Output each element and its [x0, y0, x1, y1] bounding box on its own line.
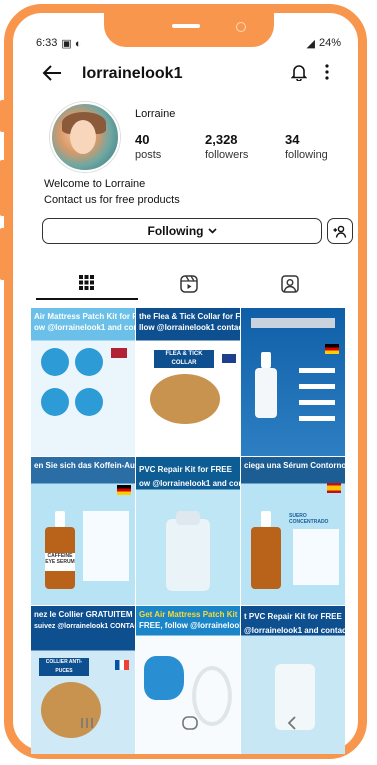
profile-bio: Welcome to Lorraine Contact us for free …	[44, 176, 180, 208]
post-thumbnail[interactable]: ciega una Sérum Contorno Ojos GRATIS SUE…	[241, 457, 345, 605]
following-button[interactable]: Following	[42, 218, 322, 244]
avatar[interactable]	[50, 102, 120, 172]
post-thumbnail[interactable]	[241, 308, 345, 456]
post-caption-line2: llow @lorrainelook1 contact	[139, 323, 240, 332]
stat-followers[interactable]: 2,328 followers	[205, 132, 285, 161]
bio-line: Contact us for free products	[44, 194, 180, 206]
post-caption: the Flea & Tick Collar for FR	[139, 312, 240, 321]
post-caption-line2: FREE, follow @lorrainelook1	[139, 621, 240, 630]
back-arrow-icon[interactable]	[42, 61, 76, 87]
status-time: 6:33	[36, 37, 58, 49]
back-nav-icon[interactable]	[287, 715, 297, 735]
post-label: FLEA & TICK COLLAR	[154, 350, 214, 368]
stat-label: following	[285, 149, 328, 161]
display-name: Lorraine	[135, 108, 176, 120]
camera-notch	[104, 13, 274, 47]
post-caption: ciega una Sérum Contorno Ojos GRATIS	[244, 461, 345, 470]
tab-tagged[interactable]	[239, 272, 341, 300]
post-caption: PVC Repair Kit for FREE	[139, 465, 232, 474]
battery-level: 24%	[318, 37, 341, 49]
post-caption: t PVC Repair Kit for FREE	[244, 612, 342, 621]
profile-tabs	[36, 272, 341, 300]
signal-icon: ◢	[306, 37, 315, 50]
post-grid: Air Mattress Patch Kit for F ow @lorrain…	[31, 308, 345, 754]
profile-stats: 40 posts 2,328 followers 34 following	[135, 132, 355, 161]
post-caption: nez le Collier GRATUITEM	[34, 610, 133, 619]
system-nav-bar	[36, 710, 341, 740]
grid-icon	[79, 275, 95, 295]
post-caption-line2: ow @lorrainelook1 and contac	[34, 323, 135, 332]
post-caption-line2: suivez @lorrainelook1 CONTACTEZ - NOUS	[34, 623, 135, 630]
add-person-icon[interactable]	[327, 218, 353, 244]
tagged-icon	[281, 274, 299, 298]
post-caption: Air Mattress Patch Kit for F	[34, 312, 135, 321]
profile-username: lorrainelook1	[82, 65, 183, 82]
stat-value: 34	[285, 132, 300, 147]
post-caption: Get Air Mattress Patch Kit	[139, 610, 238, 619]
bio-line: Welcome to Lorraine	[44, 178, 146, 190]
stat-value: 2,328	[205, 132, 238, 147]
bell-icon[interactable]	[285, 63, 313, 86]
post-label: CAFFEINE EYE SERUM	[45, 553, 75, 571]
post-caption-line2: @lorrainelook1 and contact	[244, 626, 345, 635]
notification-icons: ▣ ◐	[61, 37, 82, 50]
recent-apps-icon[interactable]	[80, 716, 94, 734]
stat-label: posts	[135, 149, 162, 161]
speaker-pill	[172, 24, 200, 28]
post-caption-line2: ow @lorrainelook1 and contac	[139, 479, 240, 488]
more-vertical-icon[interactable]	[313, 63, 341, 85]
post-thumbnail[interactable]: en Sie sich das Koffein-Augenserum GRA C…	[31, 457, 135, 605]
stat-posts[interactable]: 40 posts	[135, 132, 205, 161]
post-label: COLLIER ANTI-PUCES	[39, 658, 89, 676]
stat-following[interactable]: 34 following	[285, 132, 355, 161]
camera-icon	[236, 22, 246, 32]
post-thumbnail[interactable]: Air Mattress Patch Kit for F ow @lorrain…	[31, 308, 135, 456]
following-label: Following	[147, 224, 204, 238]
post-label: SUERO CONCENTRADO	[289, 513, 329, 525]
stat-label: followers	[205, 149, 249, 161]
post-caption: en Sie sich das Koffein-Augenserum GRA	[34, 461, 135, 470]
post-thumbnail[interactable]: PVC Repair Kit for FREE ow @lorrainelook…	[136, 457, 240, 605]
home-icon[interactable]	[182, 715, 199, 735]
post-thumbnail[interactable]: the Flea & Tick Collar for FR llow @lorr…	[136, 308, 240, 456]
stat-value: 40	[135, 132, 150, 147]
reels-icon	[179, 274, 198, 298]
tab-grid[interactable]	[36, 272, 138, 300]
chevron-down-icon	[207, 226, 217, 237]
profile-header: lorrainelook1	[42, 62, 341, 86]
tab-reels[interactable]	[138, 272, 240, 300]
